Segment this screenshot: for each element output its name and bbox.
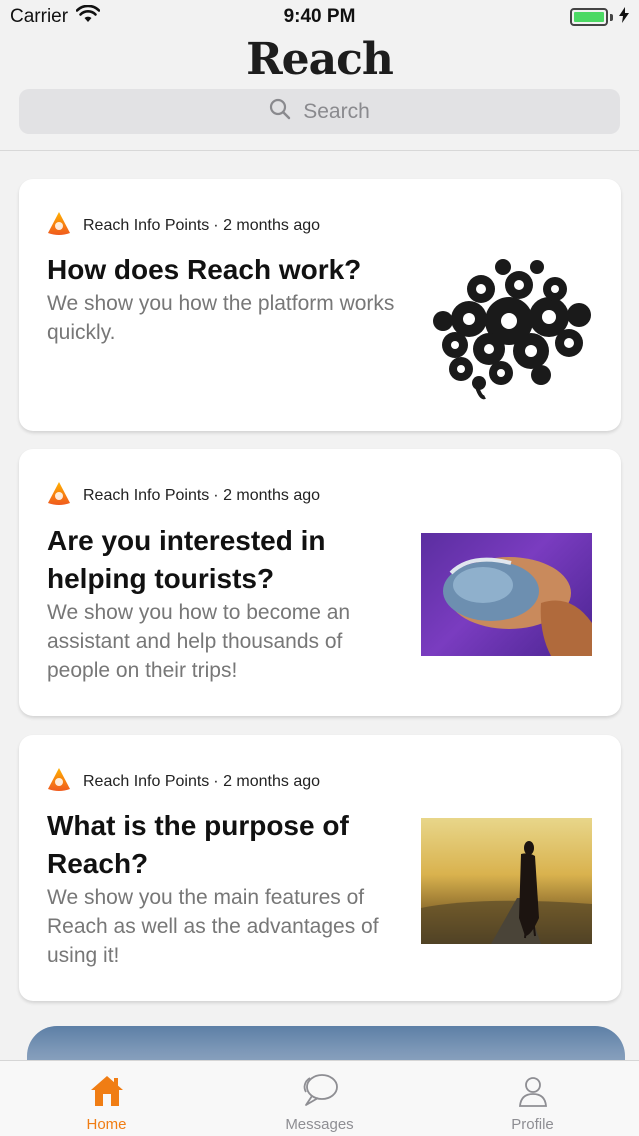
- card-title: Are you interested in helping tourists?: [47, 525, 326, 594]
- battery-icon: [570, 8, 608, 26]
- card-description: We show you how to become an assistant a…: [47, 601, 351, 682]
- card-source[interactable]: Reach Info Points: [83, 773, 209, 791]
- card-meta: Reach Info Points · 2 months ago: [47, 211, 320, 240]
- status-right: [570, 7, 629, 27]
- tab-profile[interactable]: Profile: [426, 1061, 639, 1136]
- battery-tip: [610, 13, 613, 21]
- tab-label: Profile: [511, 1116, 554, 1133]
- house-icon: [89, 1074, 125, 1112]
- card-time: · 2 months ago: [213, 216, 321, 234]
- card-title: How does Reach work?: [47, 254, 362, 285]
- hands-globe-image: [421, 533, 592, 656]
- search-icon: [269, 98, 291, 126]
- chat-bubbles-icon: [300, 1072, 340, 1112]
- card-meta: Reach Info Points · 2 months ago: [47, 767, 320, 796]
- header-divider: [0, 150, 639, 151]
- search-placeholder: Search: [303, 99, 370, 123]
- tab-messages[interactable]: Messages: [213, 1061, 426, 1136]
- article-card[interactable]: Reach Info Points · 2 months ago How doe…: [19, 179, 621, 431]
- article-card[interactable]: Reach Info Points · 2 months ago Are you…: [19, 449, 621, 716]
- app-title: Reach: [246, 34, 394, 85]
- card-description: We show you how the platform works quick…: [47, 292, 395, 344]
- carrier-label: Carrier: [10, 6, 69, 27]
- gears-brain-image: [419, 259, 597, 403]
- card-meta: Reach Info Points · 2 months ago: [47, 481, 320, 510]
- tab-label: Home: [86, 1116, 127, 1133]
- card-source[interactable]: Reach Info Points: [83, 217, 209, 235]
- wifi-icon: [75, 4, 101, 29]
- person-icon: [515, 1074, 551, 1112]
- tab-home[interactable]: Home: [0, 1061, 213, 1136]
- card-time: · 2 months ago: [213, 772, 321, 790]
- status-left: Carrier: [10, 4, 101, 29]
- tab-label: Messages: [285, 1116, 354, 1133]
- reach-logo-icon: [47, 767, 71, 796]
- card-time: · 2 months ago: [213, 486, 321, 504]
- search-bar[interactable]: Search: [19, 89, 620, 134]
- tab-bar: Home Messages Profile: [0, 1060, 639, 1136]
- article-card[interactable]: Reach Info Points · 2 months ago What is…: [19, 735, 621, 1001]
- woman-road-image: [421, 818, 592, 944]
- card-source[interactable]: Reach Info Points: [83, 487, 209, 505]
- reach-logo-icon: [47, 481, 71, 510]
- card-description: We show you the main features of Reach a…: [47, 886, 379, 967]
- reach-logo-icon: [47, 211, 71, 240]
- charging-bolt-icon: [619, 7, 629, 27]
- status-bar: Carrier 9:40 PM: [0, 0, 639, 34]
- card-title: What is the purpose of Reach?: [47, 810, 349, 879]
